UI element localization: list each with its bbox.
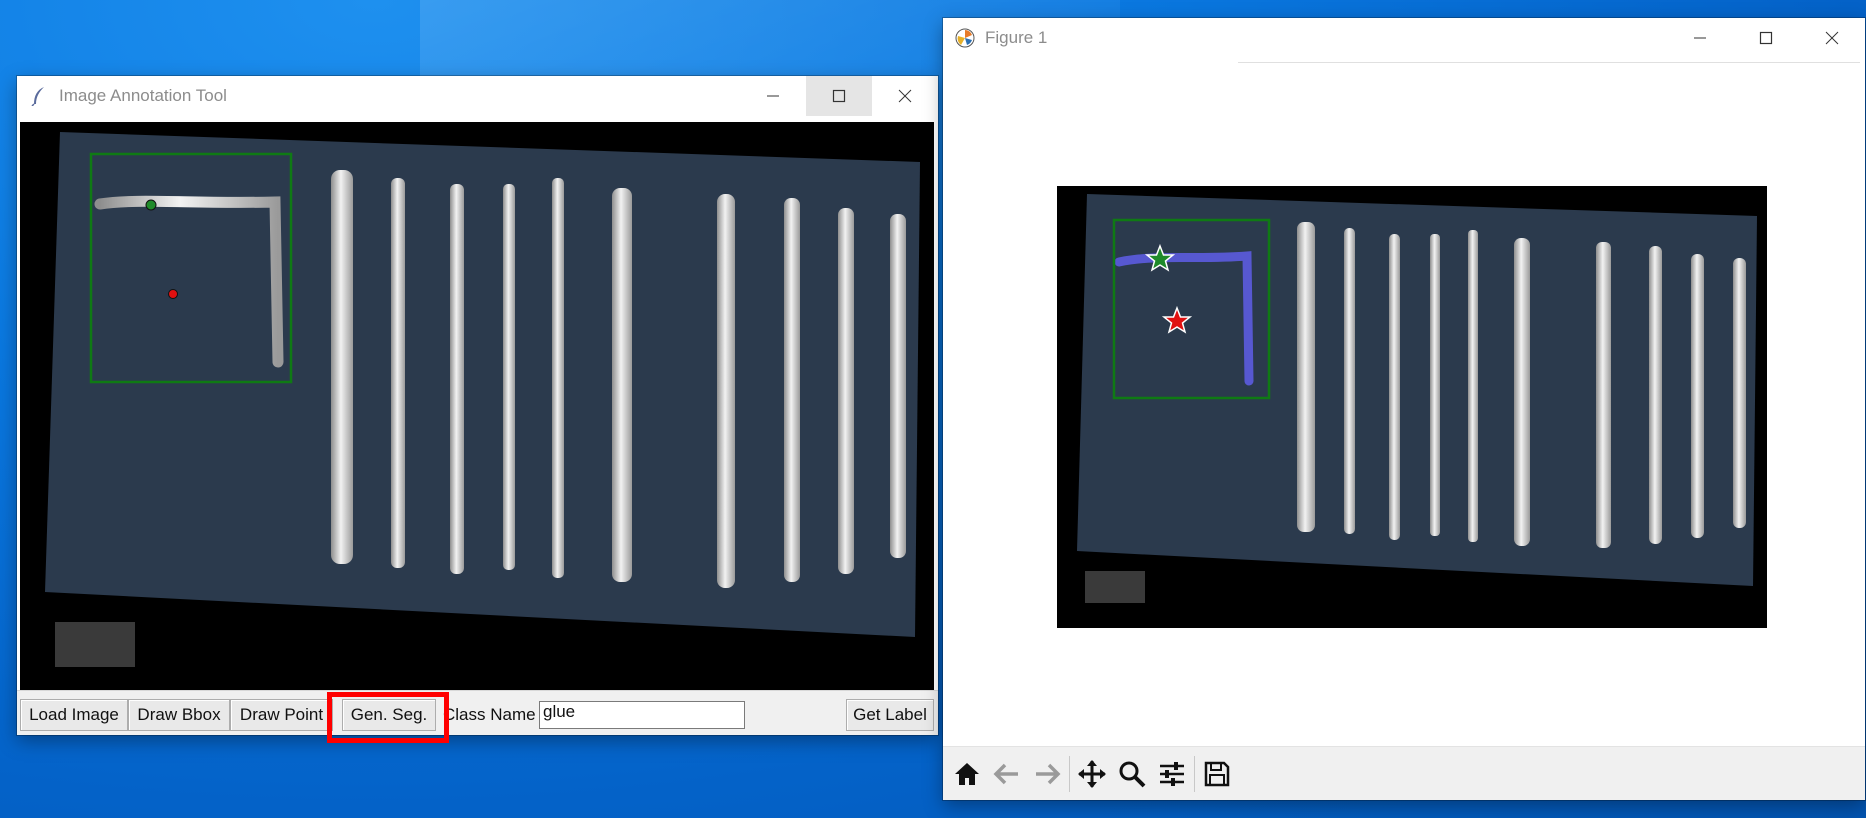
annotation-tool-window: Image Annotation Tool Load Image Draw Bb…	[17, 76, 938, 735]
figure-window: Figure 1	[943, 18, 1865, 800]
toolbar-separator	[1069, 755, 1070, 792]
image-canvas[interactable]	[20, 122, 934, 690]
close-icon	[898, 89, 912, 103]
annotation-titlebar[interactable]: Image Annotation Tool	[17, 76, 938, 116]
gen-seg-button[interactable]: Gen. Seg.	[342, 699, 436, 731]
corner-object	[1085, 571, 1145, 603]
forward-arrow-icon[interactable]	[1027, 754, 1067, 794]
feather-icon	[29, 86, 49, 106]
get-label-button[interactable]: Get Label	[846, 699, 934, 731]
class-name-input[interactable]: glue	[539, 701, 745, 729]
configure-subplots-icon[interactable]	[1152, 754, 1192, 794]
close-icon	[1825, 31, 1839, 45]
figure-toolbar	[943, 746, 1865, 800]
negative-point-marker	[168, 289, 178, 299]
class-name-label: Class Name	[443, 705, 536, 724]
draw-point-button[interactable]: Draw Point	[230, 699, 333, 731]
maximize-button[interactable]	[1733, 18, 1799, 58]
home-icon[interactable]	[947, 754, 987, 794]
figure-divider	[1238, 62, 1860, 63]
figure-image[interactable]	[1057, 186, 1767, 628]
window-title: Image Annotation Tool	[59, 86, 227, 105]
window-title: Figure 1	[985, 28, 1048, 47]
load-image-button[interactable]: Load Image	[20, 699, 128, 731]
maximize-icon	[832, 89, 846, 103]
save-icon[interactable]	[1197, 754, 1237, 794]
positive-point-marker	[145, 199, 157, 211]
draw-bbox-button[interactable]: Draw Bbox	[128, 699, 230, 731]
minimize-icon	[767, 95, 779, 97]
pan-icon[interactable]	[1072, 754, 1112, 794]
toolbar-separator	[1194, 755, 1195, 792]
maximize-button[interactable]	[806, 76, 872, 116]
close-button[interactable]	[1799, 18, 1865, 58]
back-arrow-icon[interactable]	[987, 754, 1027, 794]
matplotlib-icon	[955, 28, 975, 48]
figure-titlebar[interactable]: Figure 1	[943, 18, 1865, 58]
close-button[interactable]	[872, 76, 938, 116]
minimize-button[interactable]	[740, 76, 806, 116]
zoom-icon[interactable]	[1112, 754, 1152, 794]
maximize-icon	[1759, 31, 1773, 45]
minimize-icon	[1694, 37, 1706, 39]
minimize-button[interactable]	[1667, 18, 1733, 58]
annotation-toolbar: Load Image Draw Bbox Draw Point Gen. Seg…	[17, 690, 938, 735]
corner-object	[55, 622, 135, 667]
